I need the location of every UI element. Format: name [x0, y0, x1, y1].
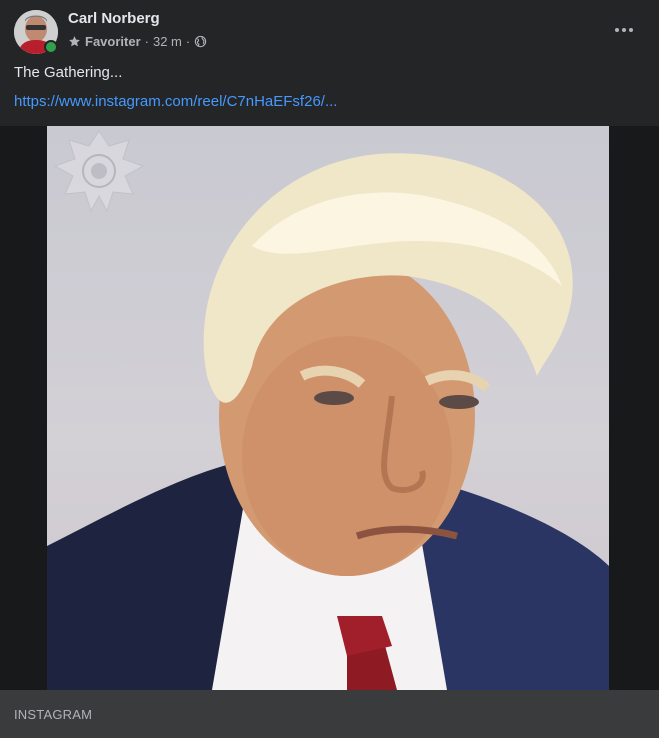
audience-label: Favoriter — [85, 34, 141, 49]
more-options-icon — [615, 28, 619, 32]
post-timestamp[interactable]: 32 m — [153, 34, 182, 49]
author-name[interactable]: Carl Norberg — [68, 10, 160, 27]
globe-icon[interactable] — [194, 35, 207, 48]
post-text: The Gathering... — [14, 64, 123, 81]
online-status-indicator — [44, 40, 58, 54]
more-options-button[interactable] — [609, 20, 639, 40]
post-media[interactable] — [0, 126, 659, 690]
sheriff-badge-watermark — [53, 130, 145, 213]
mugshot-image — [47, 130, 609, 690]
link-preview-footer[interactable]: INSTAGRAM — [0, 690, 659, 738]
meta-separator: · — [185, 34, 191, 49]
facebook-post: Carl Norberg Favoriter · 32 m · The Gath… — [0, 0, 659, 738]
post-header: Carl Norberg Favoriter · 32 m · — [0, 0, 659, 60]
post-link[interactable]: https://www.instagram.com/reel/C7nHaEFsf… — [14, 93, 337, 110]
mugshot-photo[interactable] — [47, 126, 609, 690]
post-meta: Favoriter · 32 m · — [68, 34, 207, 49]
meta-separator: · — [144, 34, 149, 49]
link-source-label: INSTAGRAM — [14, 707, 93, 722]
star-icon — [69, 36, 80, 47]
